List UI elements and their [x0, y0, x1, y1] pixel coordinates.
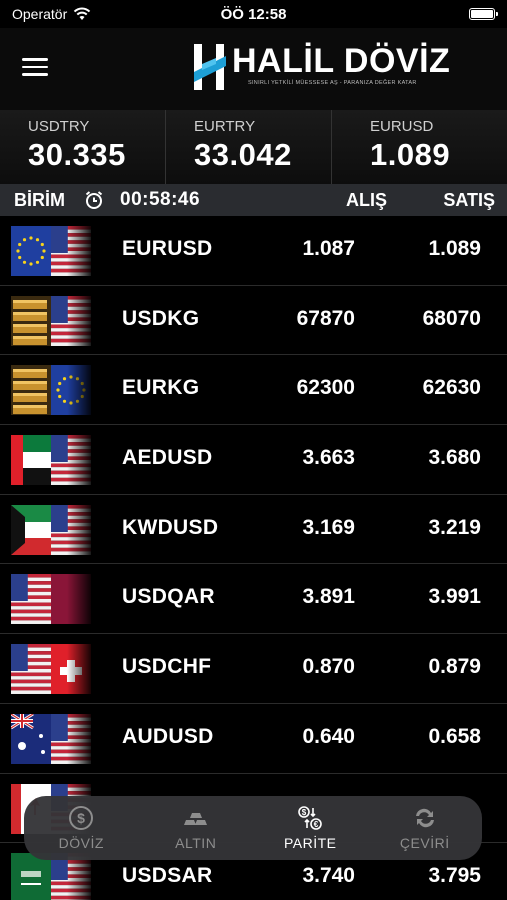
buy-price: 1.087 — [302, 237, 355, 260]
rate-row[interactable]: USDQAR 3.891 3.991 — [0, 564, 507, 635]
flag-icon — [11, 853, 91, 900]
currency-symbol: USDSAR — [122, 864, 213, 888]
ticker-eurusd[interactable]: EURUSD 1.089 — [332, 110, 507, 184]
menu-button[interactable] — [22, 58, 48, 78]
buy-price: 62300 — [296, 376, 355, 400]
currency-symbol: KWDUSD — [122, 515, 219, 539]
status-bar: Operatör ÖÖ 12:58 — [0, 0, 507, 28]
ticker-label: USDTRY — [28, 118, 90, 135]
ticker-value: 30.335 — [28, 137, 126, 172]
ticker-value: 1.089 — [370, 137, 451, 172]
sell-price: 62630 — [422, 376, 481, 400]
rate-row[interactable]: AUDUSD 0.640 0.658 — [0, 704, 507, 774]
flag-icon — [11, 365, 91, 416]
currency-symbol: AEDUSD — [122, 446, 213, 470]
currency-symbol: USDCHF — [122, 655, 212, 679]
rate-row[interactable]: EURUSD 1.087 1.089 — [0, 216, 507, 286]
logo: HALİL DÖVİZ SINIRLI YETKİLİ MÜESSESE AŞ … — [190, 42, 450, 98]
flag-icon — [11, 295, 91, 346]
refresh-timer: 00:58:46 — [120, 189, 201, 210]
sell-price: 3.795 — [428, 864, 481, 888]
tab-label: ÇEVİRİ — [399, 835, 450, 851]
gold-bars-icon — [183, 813, 207, 825]
status-left: Operatör — [12, 6, 91, 22]
flag-icon — [11, 574, 91, 625]
app-header: HALİL DÖVİZ SINIRLI YETKİLİ MÜESSESE AŞ … — [0, 28, 507, 110]
sell-price: 0.879 — [428, 655, 481, 679]
column-buy: ALIŞ — [345, 189, 387, 210]
ticker-bar: USDTRY 30.335 EURTRY 33.042 EURUSD 1.089 — [0, 110, 507, 184]
column-sell: SATIŞ — [443, 189, 495, 210]
currency-exchange-icon: $ € — [298, 806, 323, 830]
ticker-value: 33.042 — [194, 137, 292, 172]
sell-price: 3.991 — [428, 585, 481, 609]
svg-text:$: $ — [302, 808, 307, 817]
wifi-icon — [74, 7, 91, 20]
rate-row[interactable]: EURKG 62300 62630 — [0, 355, 507, 426]
carrier-label: Operatör — [12, 6, 68, 22]
buy-price: 0.640 — [302, 724, 355, 748]
sell-price: 68070 — [422, 306, 481, 330]
currency-symbol: USDKG — [122, 306, 200, 330]
tab-label: ALTIN — [175, 835, 217, 851]
flag-icon — [11, 435, 91, 486]
currency-symbol: EURUSD — [122, 237, 213, 260]
sell-price: 1.089 — [428, 237, 481, 260]
tab-label: DÖVİZ — [58, 835, 104, 851]
tab-label: PARİTE — [283, 835, 337, 851]
buy-price: 0.870 — [302, 655, 355, 679]
buy-price: 67870 — [296, 306, 355, 330]
currency-symbol: USDQAR — [122, 585, 215, 609]
flag-icon — [11, 713, 91, 764]
buy-price: 3.663 — [302, 446, 355, 470]
flag-icon — [11, 644, 91, 695]
logo-mark-icon — [194, 44, 226, 90]
buy-price: 3.740 — [302, 864, 355, 888]
rate-row[interactable]: AEDUSD 3.663 3.680 — [0, 425, 507, 495]
buy-price: 3.169 — [302, 515, 355, 539]
sell-price: 0.658 — [428, 724, 481, 748]
sell-price: 3.219 — [428, 515, 481, 539]
currency-symbol: EURKG — [122, 376, 200, 400]
flag-icon — [11, 226, 91, 276]
ticker-label: EURTRY — [194, 118, 256, 135]
alarm-clock-icon[interactable] — [84, 190, 104, 210]
tab-parite[interactable]: $ € PARİTE — [253, 796, 368, 860]
ticker-eurtry[interactable]: EURTRY 33.042 — [166, 110, 332, 184]
flag-icon — [11, 504, 91, 555]
tab-ceviri[interactable]: ÇEVİRİ — [368, 796, 483, 860]
battery-icon — [469, 8, 498, 20]
logo-subtitle: SINIRLI YETKİLİ MÜESSESE AŞ - PARANIZA D… — [248, 80, 417, 86]
rate-row[interactable]: USDCHF 0.870 0.879 — [0, 634, 507, 704]
sell-price: 3.680 — [428, 446, 481, 470]
ticker-usdtry[interactable]: USDTRY 30.335 — [0, 110, 166, 184]
table-header: BİRİM 00:58:46 ALIŞ SATIŞ — [0, 184, 507, 216]
convert-arrows-icon — [415, 808, 434, 828]
dollar-coin-icon: $ — [69, 806, 94, 830]
rate-row[interactable]: USDKG 67870 68070 — [0, 286, 507, 356]
ticker-label: EURUSD — [370, 118, 434, 135]
rate-row[interactable]: KWDUSD 3.169 3.219 — [0, 495, 507, 565]
logo-title: HALİL DÖVİZ — [232, 42, 451, 80]
svg-text:€: € — [314, 820, 319, 829]
column-unit: BİRİM — [14, 189, 65, 210]
currency-symbol: AUDUSD — [122, 724, 214, 748]
bottom-tab-bar: $ DÖVİZ ALTIN $ € PARİTE ÇEVİRİ — [24, 796, 482, 860]
tab-altin[interactable]: ALTIN — [139, 796, 254, 860]
tab-doviz[interactable]: $ DÖVİZ — [24, 796, 139, 860]
buy-price: 3.891 — [302, 585, 355, 609]
svg-text:$: $ — [77, 810, 85, 826]
